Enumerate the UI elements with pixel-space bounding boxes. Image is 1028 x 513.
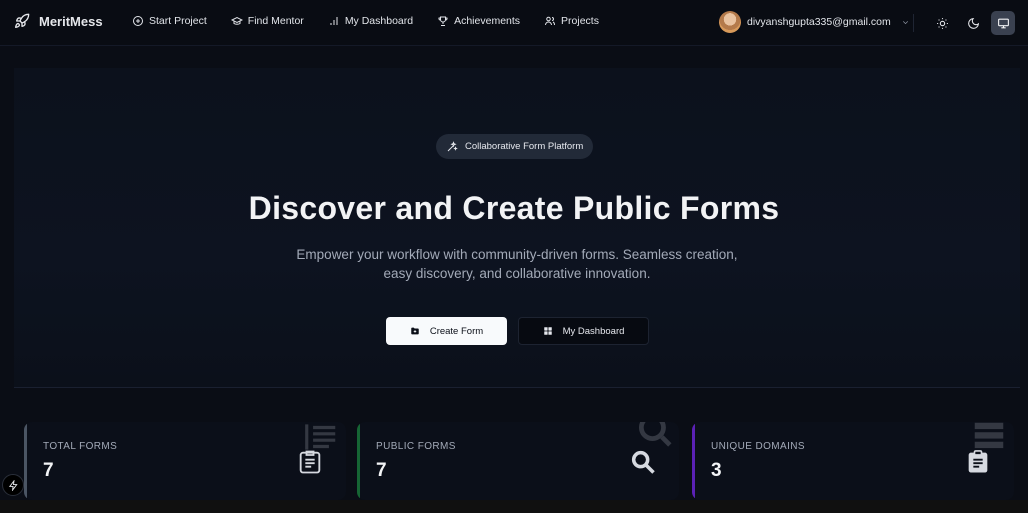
brand-logo[interactable]: MeritMess (14, 13, 103, 29)
users-icon (545, 16, 556, 26)
nav-label: Start Project (149, 15, 207, 27)
create-form-label: Create Form (429, 325, 484, 337)
user-email: divyanshgupta335@gmail.com (747, 16, 891, 28)
trophy-icon (438, 16, 448, 26)
hero-subtitle: Empower your workflow with community-dri… (264, 245, 770, 283)
sun-icon (936, 17, 948, 29)
main-nav: Start Project Find Mentor My Dashboard A… (132, 15, 623, 27)
top-nav: MeritMess Start Project Find Mentor My D… (0, 0, 1028, 46)
nav-projects[interactable]: Projects (544, 15, 599, 27)
theme-system-button[interactable] (991, 11, 1015, 35)
stat-label: TOTAL FORMS (43, 441, 118, 452)
hero-subtitle-line: Empower your workflow with community-dri… (296, 247, 738, 262)
nav-label: Achievements (454, 15, 521, 27)
moon-icon (967, 17, 979, 29)
lightning-icon (8, 479, 18, 491)
stat-card-total-forms: TOTAL FORMS 7 (24, 422, 346, 500)
stat-label: PUBLIC FORMS (376, 441, 456, 452)
search-icon (631, 450, 655, 474)
theme-dark-button[interactable] (961, 11, 985, 35)
nav-label: My Dashboard (344, 15, 414, 27)
plus-circle-icon (133, 16, 143, 26)
hero-section (14, 68, 1020, 388)
stat-label: UNIQUE DOMAINS (711, 441, 805, 452)
stat-card-public-forms: PUBLIC FORMS 7 (357, 422, 679, 500)
my-dashboard-button[interactable]: My Dashboard (518, 317, 649, 345)
brand-name: MeritMess (39, 13, 103, 29)
nav-label: Find Mentor (247, 15, 304, 27)
graduation-cap-icon (230, 16, 243, 25)
bottom-strip (0, 500, 1028, 513)
stat-value: 3 (711, 460, 722, 481)
rocket-icon (15, 13, 30, 28)
create-form-button[interactable]: Create Form (386, 317, 507, 345)
folder-plus-icon (411, 327, 419, 335)
layout-grid-icon (543, 327, 552, 335)
bar-chart-icon (330, 17, 338, 25)
clipboard-check-icon (968, 450, 988, 473)
nav-achievements[interactable]: Achievements (437, 15, 520, 27)
user-menu[interactable]: divyanshgupta335@gmail.com (719, 11, 910, 33)
stat-card-unique-domains: UNIQUE DOMAINS 3 (692, 422, 1014, 500)
clipboard-list-icon (299, 450, 321, 474)
chevron-down-icon (902, 20, 908, 24)
nav-my-dashboard[interactable]: My Dashboard (328, 15, 413, 27)
hero-title: Discover and Create Public Forms (248, 190, 780, 226)
nav-start-project[interactable]: Start Project (132, 15, 207, 27)
my-dashboard-label: My Dashboard (562, 325, 625, 337)
stat-value: 7 (43, 460, 54, 481)
avatar (719, 11, 741, 33)
hero-subtitle-line: easy discovery, and collaborative innova… (383, 266, 651, 281)
nav-label: Projects (561, 15, 599, 27)
monitor-icon (997, 18, 1009, 28)
stat-value: 7 (376, 460, 387, 481)
nav-find-mentor[interactable]: Find Mentor (230, 15, 304, 27)
platform-badge-label: Collaborative Form Platform (465, 141, 584, 152)
theme-light-button[interactable] (930, 11, 954, 35)
nav-divider (913, 14, 914, 32)
sparkles-icon (447, 140, 458, 151)
dev-tools-button[interactable] (2, 474, 24, 496)
platform-badge: Collaborative Form Platform (436, 134, 594, 159)
